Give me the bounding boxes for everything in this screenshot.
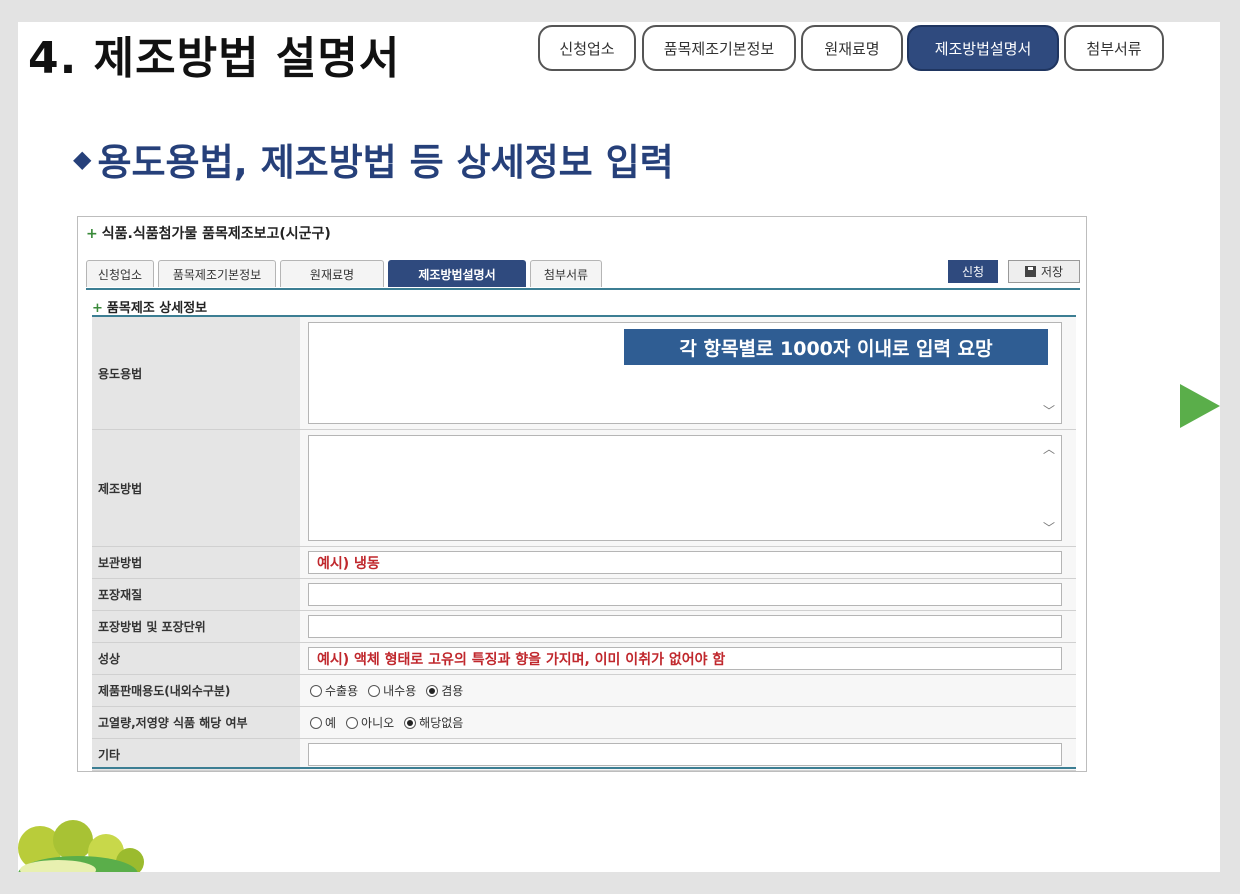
tab-basic-info[interactable]: 품목제조기본정보: [158, 260, 276, 287]
radio-label: 수출용: [325, 684, 359, 698]
radio-label: 해당없음: [419, 716, 464, 730]
floppy-disk-icon: [1024, 266, 1036, 277]
row-storage: 보관방법 예시) 냉동: [92, 547, 1076, 579]
save-button[interactable]: 저장: [1008, 260, 1080, 283]
properties-label: 성상: [92, 643, 300, 674]
high-calorie-label: 고열량,저영양 식품 해당 여부: [92, 707, 300, 738]
radio-circle[interactable]: [310, 684, 322, 697]
radio-yes[interactable]: 예: [310, 714, 336, 731]
method-label: 제조방법: [92, 430, 300, 546]
step-raw-materials[interactable]: 원재료명: [801, 25, 903, 71]
apply-button[interactable]: 신청: [948, 260, 998, 283]
row-method: 제조방법 ︿ ﹀: [92, 430, 1076, 547]
usage-label: 용도용법: [92, 317, 300, 429]
radio-circle-selected[interactable]: [426, 684, 439, 697]
radio-label: 겸용: [441, 684, 464, 698]
radio-no[interactable]: 아니오: [346, 714, 394, 731]
row-packaging-method: 포장방법 및 포장단위: [92, 611, 1076, 643]
tab-raw-materials[interactable]: 원재료명: [280, 260, 384, 287]
etc-label: 기타: [92, 739, 300, 770]
section-heading: ◆ 용도용법, 제조방법 등 상세정보 입력: [73, 132, 674, 186]
storage-label: 보관방법: [92, 547, 300, 578]
properties-input[interactable]: 예시) 액체 형태로 고유의 특징과 향을 가지며, 이미 이취가 없어야 함: [308, 647, 1062, 670]
radio-circle[interactable]: [310, 716, 322, 729]
tab-manufacturing-method[interactable]: 제조방법설명서: [388, 260, 526, 287]
chevron-up-icon[interactable]: ︿: [1043, 440, 1055, 457]
detail-section-title-text: 품목제조 상세정보: [106, 301, 208, 316]
sales-use-radio-group: 수출용 내수용 겸용: [310, 675, 473, 706]
row-packaging-material: 포장재질: [92, 579, 1076, 611]
form-title: + 식품.식품첨가물 품목제조보고(시군구): [86, 223, 331, 243]
save-button-label: 저장: [1040, 265, 1064, 279]
step-attachments[interactable]: 첨부서류: [1064, 25, 1164, 71]
radio-both[interactable]: 겸용: [426, 682, 463, 699]
radio-label: 내수용: [383, 684, 417, 698]
storage-input[interactable]: 예시) 냉동: [308, 551, 1062, 574]
slide: 4. 제조방법 설명서 신청업소 품목제조기본정보 원재료명 제조방법설명서 첨…: [18, 22, 1220, 872]
tab-underline: [86, 288, 1080, 290]
step-applicant[interactable]: 신청업소: [538, 25, 636, 71]
step-manufacturing-method[interactable]: 제조방법설명서: [907, 25, 1059, 71]
next-arrow-icon: [1180, 384, 1220, 428]
row-high-calorie: 고열량,저영양 식품 해당 여부 예 아니오 해당없음: [92, 707, 1076, 739]
radio-circle[interactable]: [368, 684, 381, 697]
method-textarea[interactable]: ︿ ﹀: [308, 435, 1062, 541]
radio-circle-selected[interactable]: [404, 716, 417, 729]
etc-input[interactable]: [308, 743, 1062, 766]
slide-title: 4. 제조방법 설명서: [28, 33, 401, 84]
row-sales-use: 제품판매용도(내외수구분) 수출용 내수용 겸용: [92, 675, 1076, 707]
step-basic-info[interactable]: 품목제조기본정보: [642, 25, 796, 71]
radio-label: 아니오: [361, 716, 395, 730]
detail-section-title: + 품목제조 상세정보: [92, 297, 207, 316]
packaging-material-label: 포장재질: [92, 579, 300, 610]
table-bottom-line: [92, 767, 1076, 769]
high-calorie-radio-group: 예 아니오 해당없음: [310, 707, 473, 738]
diamond-marker: ◆: [73, 145, 92, 173]
plus-icon: +: [92, 301, 103, 316]
plus-icon: +: [86, 226, 98, 242]
radio-label: 예: [325, 716, 337, 730]
section-heading-text: 용도용법, 제조방법 등 상세정보 입력: [97, 141, 674, 184]
radio-export[interactable]: 수출용: [310, 682, 358, 699]
detail-table: 용도용법 ﹀ 제조방법 ︿ ﹀ 보관방법 예시) 냉동 포장재질 포장방법 및 포…: [92, 317, 1076, 771]
chevron-down-icon[interactable]: ﹀: [1043, 402, 1055, 419]
tab-attachments[interactable]: 첨부서류: [530, 260, 602, 287]
row-properties: 성상 예시) 액체 형태로 고유의 특징과 향을 가지며, 이미 이취가 없어야…: [92, 643, 1076, 675]
form-screenshot: + 식품.식품첨가물 품목제조보고(시군구) 신청업소 품목제조기본정보 원재료명…: [77, 216, 1087, 772]
tab-applicant[interactable]: 신청업소: [86, 260, 154, 287]
packaging-method-input[interactable]: [308, 615, 1062, 638]
radio-not-applicable[interactable]: 해당없음: [404, 714, 463, 731]
packaging-material-input[interactable]: [308, 583, 1062, 606]
char-limit-callout: 각 항목별로 1000자 이내로 입력 요망: [624, 329, 1048, 365]
radio-domestic[interactable]: 내수용: [368, 682, 416, 699]
decorative-logo: [18, 820, 144, 872]
form-title-text: 식품.식품첨가물 품목제조보고(시군구): [101, 226, 331, 242]
form-tabbar: 신청업소 품목제조기본정보 원재료명 제조방법설명서 첨부서류: [86, 256, 1080, 290]
sales-use-label: 제품판매용도(내외수구분): [92, 675, 300, 706]
packaging-method-label: 포장방법 및 포장단위: [92, 611, 300, 642]
chevron-down-icon[interactable]: ﹀: [1043, 519, 1055, 536]
radio-circle[interactable]: [346, 716, 359, 729]
